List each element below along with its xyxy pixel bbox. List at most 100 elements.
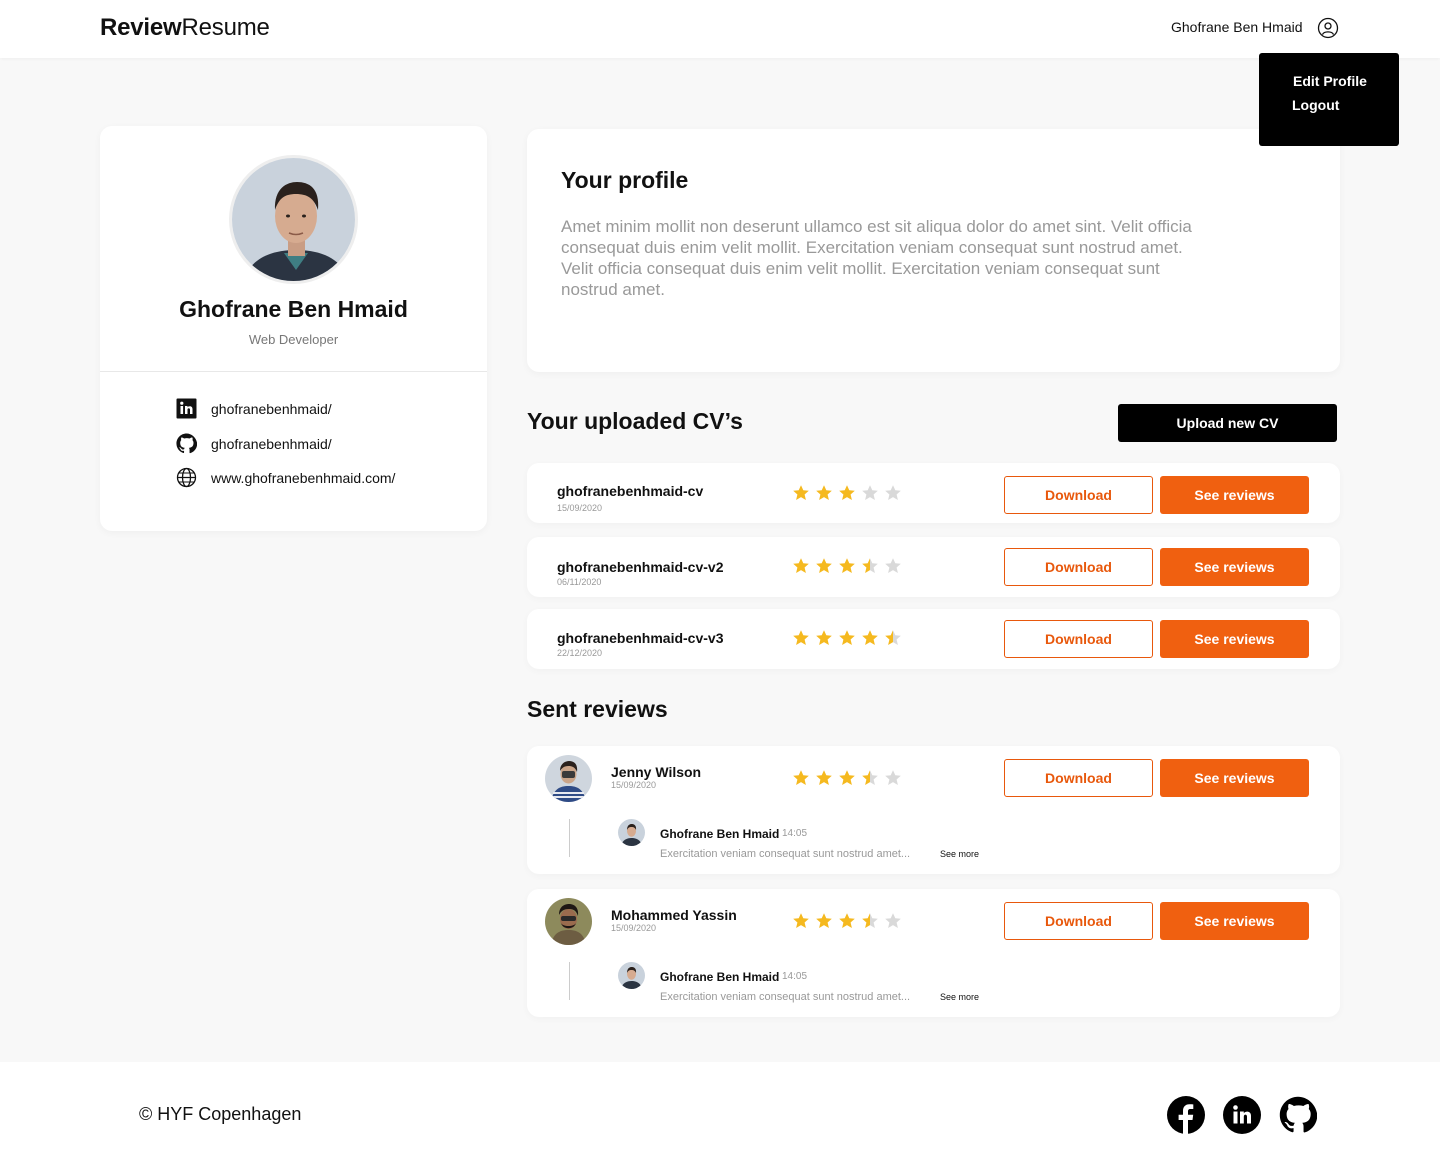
avatar bbox=[229, 155, 358, 284]
star-icon bbox=[861, 769, 879, 792]
cv-date: 22/12/2020 bbox=[557, 648, 603, 658]
review-date: 15/09/2020 bbox=[611, 923, 657, 933]
reply-text: Exercitation veniam consequat sunt nostr… bbox=[660, 991, 911, 1003]
cv-row: ghofranebenhmaid-cv 15/09/2020 Download … bbox=[527, 463, 1340, 523]
profile-name: Ghofrane Ben Hmaid bbox=[179, 296, 408, 322]
avatar bbox=[545, 898, 592, 945]
see-reviews-button[interactable]: See reviews bbox=[1160, 548, 1309, 586]
logout-menu-item[interactable]: Logout bbox=[1292, 97, 1339, 113]
star-icon bbox=[792, 769, 810, 792]
upload-cv-button[interactable]: Upload new CV bbox=[1118, 404, 1337, 442]
review-date: 15/09/2020 bbox=[611, 780, 657, 790]
star-icon bbox=[815, 629, 833, 652]
sent-reviews-title: Sent reviews bbox=[527, 696, 668, 722]
star-icon bbox=[815, 912, 833, 935]
cv-name: ghofranebenhmaid-cv-v3 bbox=[557, 630, 724, 646]
rating-stars bbox=[792, 484, 902, 507]
profile-role: Web Developer bbox=[248, 332, 339, 347]
cv-date: 15/09/2020 bbox=[557, 503, 603, 513]
see-more-link[interactable]: See more bbox=[940, 849, 979, 859]
see-reviews-button[interactable]: See reviews bbox=[1160, 759, 1309, 797]
copyright-text: © HYF Copenhagen bbox=[139, 1104, 302, 1124]
rating-stars bbox=[792, 629, 902, 652]
avatar bbox=[618, 819, 645, 846]
linkedin-icon bbox=[176, 398, 197, 419]
star-icon bbox=[884, 912, 902, 935]
rating-stars bbox=[792, 912, 902, 935]
star-icon bbox=[861, 629, 879, 652]
rating-stars bbox=[792, 557, 902, 580]
thread-line bbox=[569, 819, 570, 857]
top-header: ReviewResume Ghofrane Ben Hmaid bbox=[0, 0, 1440, 58]
cv-name: ghofranebenhmaid-cv-v2 bbox=[557, 559, 724, 575]
star-icon bbox=[838, 912, 856, 935]
reply-time: 14:05 bbox=[782, 828, 808, 839]
star-icon bbox=[838, 629, 856, 652]
reviewer-name: Jenny Wilson bbox=[611, 764, 702, 780]
edit-profile-menu-item[interactable]: Edit Profile bbox=[1293, 73, 1367, 89]
star-icon bbox=[884, 629, 902, 652]
see-reviews-button[interactable]: See reviews bbox=[1160, 620, 1309, 658]
linkedin-link[interactable]: ghofranebenhmaid/ bbox=[176, 398, 332, 419]
github-icon[interactable] bbox=[1279, 1096, 1318, 1134]
star-icon bbox=[815, 557, 833, 580]
linkedin-link-text: ghofranebenhmaid/ bbox=[211, 400, 332, 417]
star-icon bbox=[861, 912, 879, 935]
star-icon bbox=[815, 484, 833, 507]
download-button[interactable]: Download bbox=[1004, 620, 1153, 658]
star-icon bbox=[861, 484, 879, 507]
star-icon bbox=[792, 484, 810, 507]
reply-text: Exercitation veniam consequat sunt nostr… bbox=[660, 848, 911, 860]
github-link-text: ghofranebenhmaid/ bbox=[211, 435, 332, 452]
star-icon bbox=[838, 484, 856, 507]
avatar bbox=[618, 962, 645, 989]
star-icon bbox=[792, 629, 810, 652]
avatar bbox=[545, 755, 592, 802]
uploaded-cvs-title: Your uploaded CV’s bbox=[527, 408, 743, 434]
reply-time: 14:05 bbox=[782, 971, 808, 982]
github-link[interactable]: ghofranebenhmaid/ bbox=[176, 433, 332, 454]
profile-card: Ghofrane Ben Hmaid Web Developer ghofran… bbox=[100, 126, 487, 531]
divider bbox=[100, 371, 487, 372]
download-button[interactable]: Download bbox=[1004, 548, 1153, 586]
globe-icon bbox=[176, 467, 197, 488]
reply-author: Ghofrane Ben Hmaid bbox=[660, 827, 780, 841]
your-profile-title: Your profile bbox=[561, 167, 689, 193]
github-icon bbox=[176, 433, 197, 454]
see-reviews-button[interactable]: See reviews bbox=[1160, 902, 1309, 940]
see-more-link[interactable]: See more bbox=[940, 992, 979, 1002]
cv-name: ghofranebenhmaid-cv bbox=[557, 483, 704, 499]
star-icon bbox=[884, 484, 902, 507]
download-button[interactable]: Download bbox=[1004, 476, 1153, 514]
star-icon bbox=[884, 769, 902, 792]
website-link[interactable]: www.ghofranebenhmaid.com/ bbox=[176, 467, 395, 488]
see-reviews-button[interactable]: See reviews bbox=[1160, 476, 1309, 514]
thread-line bbox=[569, 962, 570, 1000]
linkedin-icon[interactable] bbox=[1223, 1096, 1261, 1134]
review-card: Jenny Wilson 15/09/2020 Download See rev… bbox=[527, 746, 1340, 874]
reply-author: Ghofrane Ben Hmaid bbox=[660, 970, 780, 984]
star-icon bbox=[815, 769, 833, 792]
your-profile-card: Your profile Amet minim mollit non deser… bbox=[527, 129, 1340, 372]
footer: © HYF Copenhagen bbox=[0, 1062, 1440, 1166]
star-icon bbox=[838, 557, 856, 580]
download-button[interactable]: Download bbox=[1004, 902, 1153, 940]
review-card: Mohammed Yassin 15/09/2020 Download See … bbox=[527, 889, 1340, 1017]
rating-stars bbox=[792, 769, 902, 792]
star-icon bbox=[838, 769, 856, 792]
logo-bold: Review bbox=[100, 14, 182, 41]
star-icon bbox=[792, 557, 810, 580]
facebook-icon[interactable] bbox=[1167, 1096, 1205, 1134]
star-icon bbox=[861, 557, 879, 580]
download-button[interactable]: Download bbox=[1004, 759, 1153, 797]
user-dropdown-menu: Edit Profile Logout bbox=[1259, 53, 1399, 146]
star-icon bbox=[884, 557, 902, 580]
cv-row: ghofranebenhmaid-cv-v2 06/11/2020 Downlo… bbox=[527, 537, 1340, 597]
cv-date: 06/11/2020 bbox=[557, 577, 602, 587]
user-icon[interactable] bbox=[1317, 17, 1339, 39]
header-user-name[interactable]: Ghofrane Ben Hmaid bbox=[1171, 19, 1303, 35]
logo[interactable]: ReviewResume bbox=[100, 14, 270, 42]
your-profile-text: Amet minim mollit non deserunt ullamco e… bbox=[561, 217, 1192, 299]
reviewer-name: Mohammed Yassin bbox=[611, 907, 737, 923]
website-link-text: www.ghofranebenhmaid.com/ bbox=[211, 469, 396, 486]
